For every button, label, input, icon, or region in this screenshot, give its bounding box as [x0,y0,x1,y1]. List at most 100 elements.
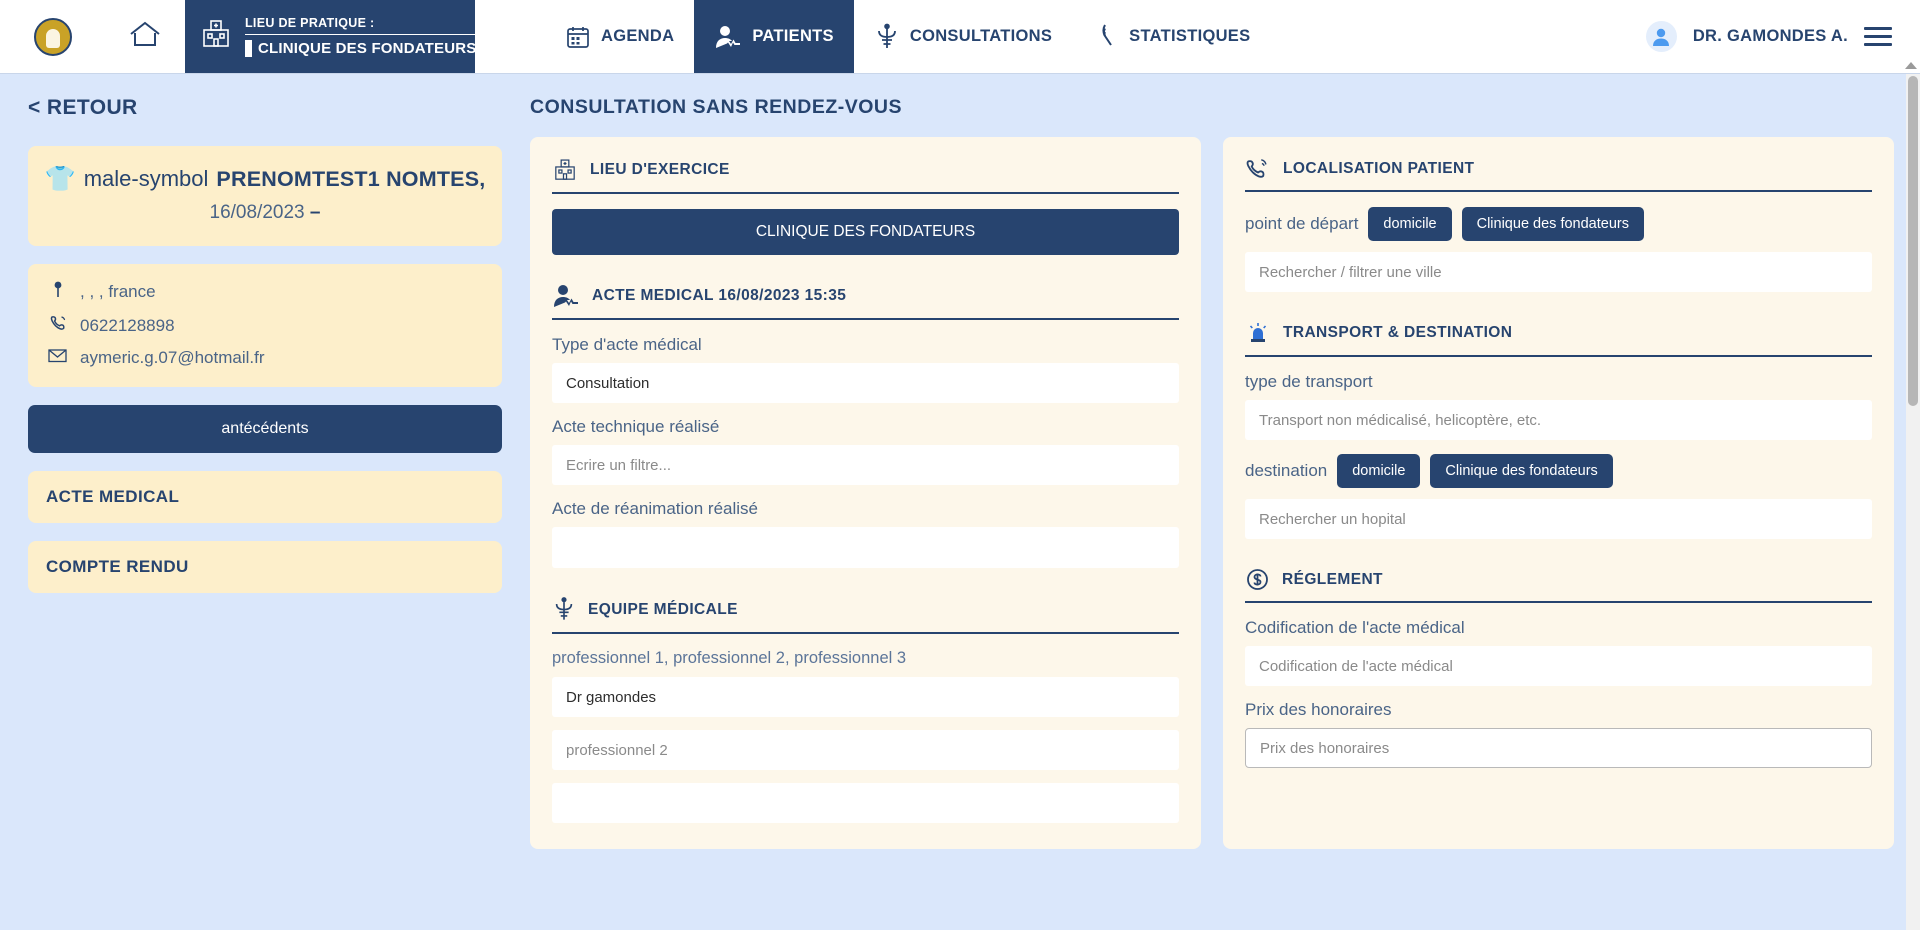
tab-consultations-label: CONSULTATIONS [909,27,1053,45]
patient-email: aymeric.g.07@hotmail.fr [80,348,265,367]
page-title: CONSULTATION SANS RENDEZ-VOUS [530,96,903,118]
patient-address-row: , , , france [48,281,482,303]
caduceus-icon [874,23,900,51]
practice-location-label: LIEU DE PRATIQUE : [245,16,477,35]
panels-row: LIEU D'EXERCICE CLINIQUE DES FONDATEURS … [530,137,1894,849]
main-content: CONSULTATION SANS RENDEZ-VOUS LIEU D'EXE… [530,74,1920,930]
section-transport-destination: TRANSPORT & DESTINATION [1245,320,1872,357]
patient-address: , , , france [80,282,156,301]
back-button[interactable]: < RETOUR [28,96,502,120]
codification-input[interactable]: Codification de l'acte médical [1245,646,1872,686]
section-equipe-medicale: EQUIPE MÉDICALE [552,596,1179,634]
point-de-depart-label: point de départ [1245,214,1359,233]
patient-phone: 0622128898 [80,315,175,335]
scrollbar-up-arrow-icon[interactable] [1905,62,1917,69]
hamburger-menu-icon[interactable] [1864,27,1892,46]
professionnel-3-input[interactable] [552,783,1179,823]
calendar-icon [565,24,591,50]
tab-agenda[interactable]: AGENDA [545,0,694,73]
user-name[interactable]: DR. GAMONDES A. [1693,27,1848,46]
sidebar-section-acte-medical-label: ACTE MEDICAL [46,487,180,506]
tab-statistiques[interactable]: STATISTIQUES [1072,0,1270,73]
patient-sidebar: < RETOUR 👕 male-symbol PRENOMTEST1 NOMTE… [0,74,530,930]
map-pin-icon [48,281,67,303]
section-lieu-exercice: LIEU D'EXERCICE [552,157,1179,194]
prix-honoraires-label: Prix des honoraires [1245,700,1392,719]
practice-location-selector[interactable]: LIEU DE PRATIQUE : CLINIQUE DES FONDATEU… [185,0,504,73]
patient-phone-row: 0622128898 [48,314,482,337]
ville-search-input[interactable]: Rechercher / filtrer une ville [1245,252,1872,292]
user-area: DR. GAMONDES A. [1645,0,1920,73]
professionnel-1-input[interactable]: Dr gamondes [552,677,1179,717]
section-lieu-exercice-title: LIEU D'EXERCICE [590,161,730,178]
home-button[interactable] [105,0,185,73]
section-acte-medical: ACTE MEDICAL 16/08/2023 15:35 [552,283,1179,320]
patient-dob: 16/08/2023 – [44,202,486,224]
section-localisation-patient-title: LOCALISATION PATIENT [1283,160,1475,177]
section-reglement: RÉGLEMENT [1245,567,1872,603]
depart-chip-domicile[interactable]: domicile [1368,207,1452,241]
professionnel-2-input[interactable]: professionnel 2 [552,730,1179,770]
section-equipe-medicale-title: EQUIPE MÉDICALE [588,600,738,618]
envelope-icon [48,348,67,368]
hopital-search-input[interactable]: Rechercher un hopital [1245,499,1872,539]
crest-logo-icon [33,17,72,56]
antecedents-button[interactable]: antécédents [28,405,502,453]
phone-ring-icon [1245,157,1271,181]
user-avatar-icon[interactable] [1645,21,1677,52]
patient-monitor-icon [714,24,742,50]
siren-light-icon [1245,320,1271,346]
top-navigation-bar: LIEU DE PRATIQUE : CLINIQUE DES FONDATEU… [0,0,1920,74]
acte-reanimation-input[interactable] [552,527,1179,568]
equipe-hint: professionnel 1, professionnel 2, profes… [552,649,907,667]
section-reglement-title: RÉGLEMENT [1282,570,1383,588]
section-transport-destination-title: TRANSPORT & DESTINATION [1283,324,1513,341]
patient-summary-card: 👕 male-symbol PRENOMTEST1 NOMTES, 16/08/… [28,146,502,246]
acte-reanimation-label: Acte de réanimation réalisé [552,499,759,518]
tab-agenda-label: AGENDA [601,27,675,45]
page-body: < RETOUR 👕 male-symbol PRENOMTEST1 NOMTE… [0,62,1920,930]
patient-dob-suffix: – [309,202,321,223]
main-tabs: AGENDA PATIENTS CONSULTATIONS STATISTIQU… [475,0,1646,73]
patient-photo-icon: 👕 [44,164,76,193]
phone-icon [48,314,67,337]
patient-contact-card: , , , france 0622128898 aymeric.g.07@hot… [28,264,502,387]
sidebar-section-acte-medical[interactable]: ACTE MEDICAL [28,471,502,523]
tab-patients[interactable]: PATIENTS [694,0,854,73]
destination-chip-domicile[interactable]: domicile [1337,454,1421,488]
prix-honoraires-input[interactable]: Prix des honoraires [1245,728,1872,768]
type-acte-label: Type d'acte médical [552,335,702,354]
section-localisation-patient: LOCALISATION PATIENT [1245,157,1872,192]
hospital-building-icon [552,157,578,183]
type-transport-label: type de transport [1245,372,1373,391]
tab-consultations[interactable]: CONSULTATIONS [854,0,1072,73]
type-acte-select[interactable]: Consultation [552,363,1179,403]
tab-patients-label: PATIENTS [752,27,834,45]
consultation-panel-left: LIEU D'EXERCICE CLINIQUE DES FONDATEURS … [530,137,1201,849]
scrollbar-thumb[interactable] [1905,62,1918,406]
point-de-depart-row: point de départ domicile Clinique des fo… [1245,207,1872,241]
type-transport-input[interactable]: Transport non médicalisé, helicoptère, e… [1245,400,1872,440]
sidebar-section-compte-rendu[interactable]: COMPTE RENDU [28,541,502,593]
codification-label: Codification de l'acte médical [1245,618,1465,637]
hospital-building-icon [199,17,233,56]
page-scrollbar[interactable] [1905,62,1920,930]
male-symbol-icon: male-symbol [83,166,209,191]
destination-chip-clinique[interactable]: Clinique des fondateurs [1430,454,1613,488]
lieu-exercice-selected[interactable]: CLINIQUE DES FONDATEURS [552,209,1179,255]
practice-location-value: CLINIQUE DES FONDATEURS [258,40,477,57]
acte-technique-label: Acte technique réalisé [552,417,720,436]
app-logo[interactable] [0,0,105,73]
section-acte-medical-title: ACTE MEDICAL 16/08/2023 15:35 [592,287,847,304]
caduceus-icon [552,596,576,623]
sidebar-section-compte-rendu-label: COMPTE RENDU [46,557,189,576]
dollar-coin-icon [1245,567,1270,592]
depart-chip-clinique[interactable]: Clinique des fondateurs [1461,207,1644,241]
patient-dob-value: 16/08/2023 [209,202,305,223]
acte-technique-input[interactable]: Ecrire un filtre... [552,445,1179,485]
destination-row: destination domicile Clinique des fondat… [1245,454,1872,488]
consultation-panel-right: LOCALISATION PATIENT point de départ dom… [1223,137,1894,849]
tab-statistiques-label: STATISTIQUES [1129,27,1251,45]
patient-email-row: aymeric.g.07@hotmail.fr [48,348,482,368]
patient-name: PRENOMTEST1 NOMTES, [216,166,486,191]
